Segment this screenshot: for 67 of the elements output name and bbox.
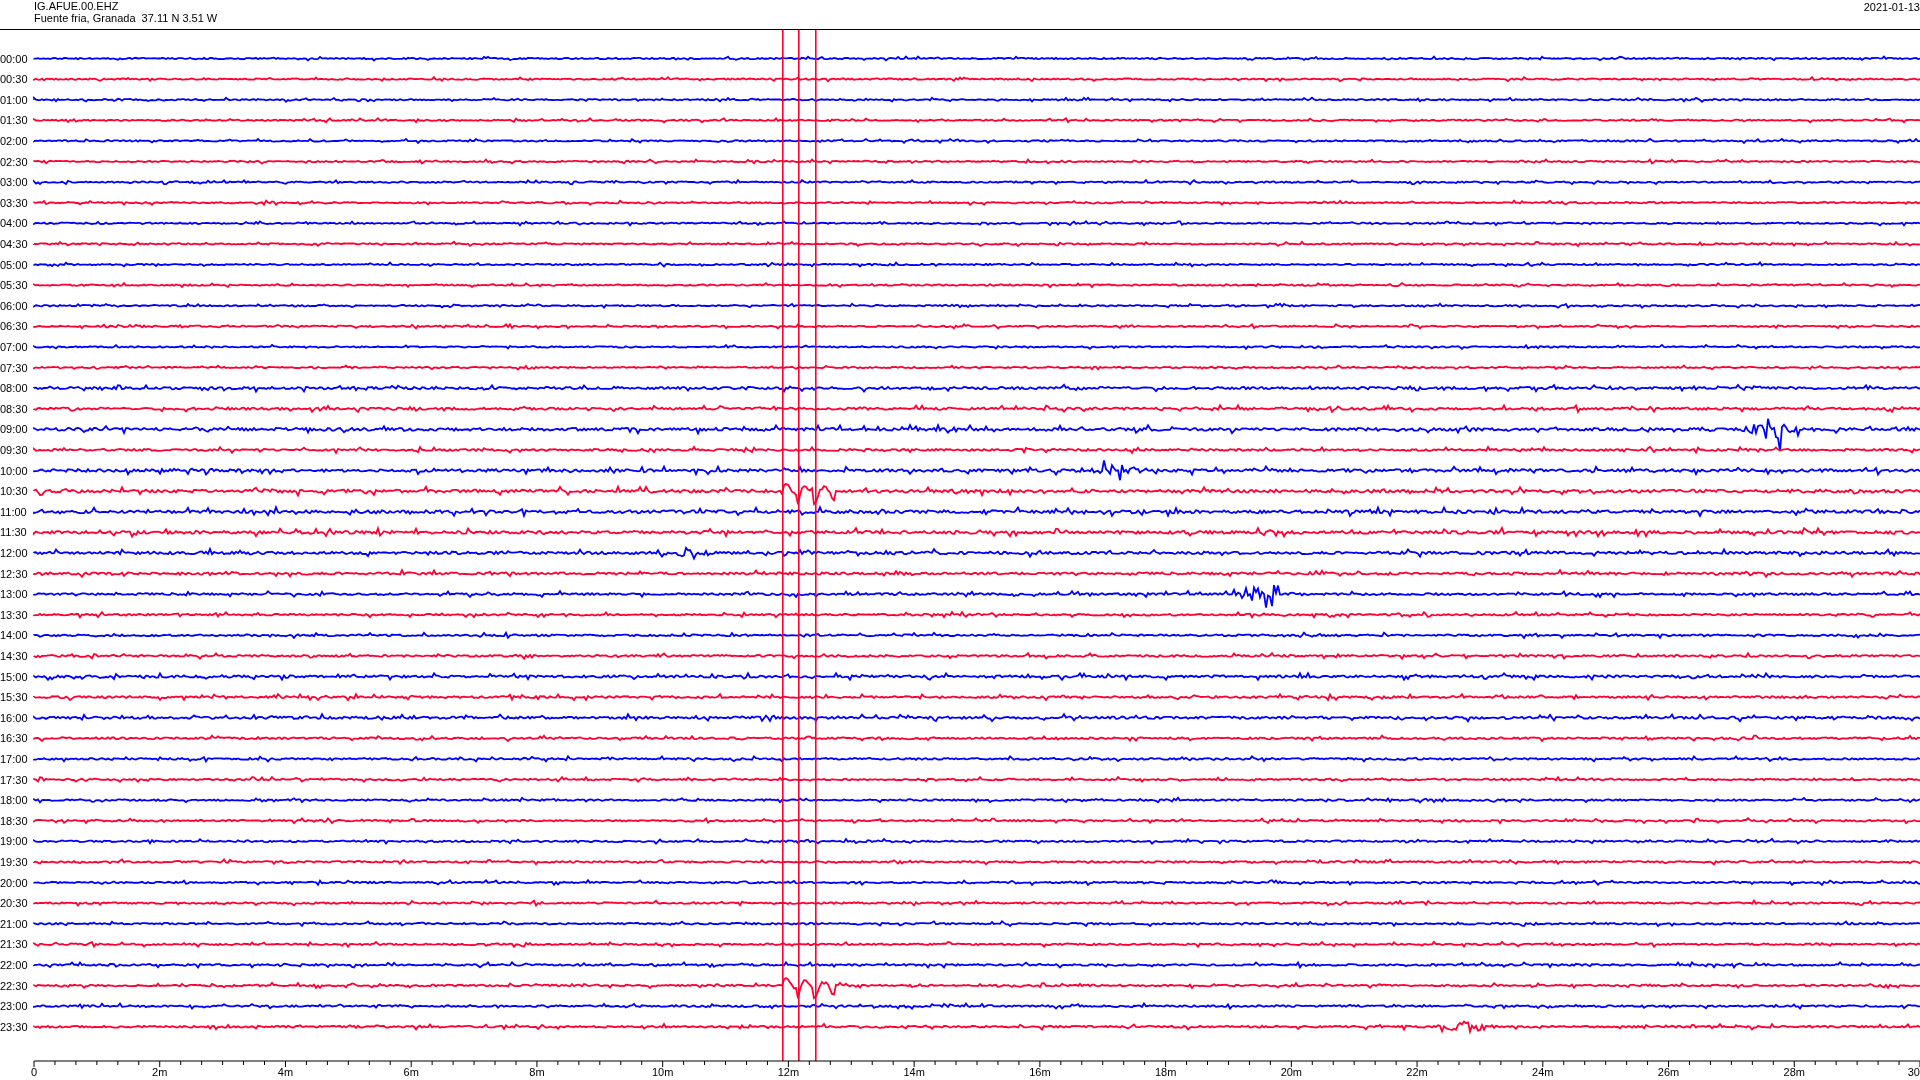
- time-label: 18:30: [0, 814, 28, 827]
- time-label: 22:00: [0, 958, 28, 971]
- time-label: 23:30: [0, 1020, 28, 1033]
- time-label: 21:00: [0, 917, 28, 930]
- axis-tick-label: 0: [31, 1066, 38, 1078]
- time-label: 12:00: [0, 546, 28, 559]
- time-label: 02:30: [0, 155, 28, 168]
- axis-tick-label: 18m: [1154, 1066, 1177, 1078]
- axis-tick-label: 30: [1907, 1066, 1920, 1078]
- time-label: 23:00: [0, 1000, 28, 1013]
- time-label: 03:30: [0, 196, 28, 209]
- time-label: 15:00: [0, 670, 28, 683]
- time-label: 10:00: [0, 464, 28, 477]
- time-label: 20:30: [0, 897, 28, 910]
- axis-tick-label: 24m: [1532, 1066, 1554, 1078]
- time-label: 14:30: [0, 649, 28, 662]
- axis-tick-label: 2m: [152, 1066, 168, 1078]
- axis-tick-label: 16m: [1029, 1066, 1051, 1078]
- axis-tick-label: 8m: [529, 1066, 545, 1078]
- time-label: 00:30: [0, 73, 28, 86]
- time-label: 01:00: [0, 93, 28, 106]
- time-label: 14:00: [0, 629, 28, 642]
- time-label: 04:30: [0, 237, 28, 250]
- time-label: 05:00: [0, 258, 28, 271]
- time-label: 07:00: [0, 340, 28, 353]
- plot-date: 2021-01-13: [1863, 0, 1920, 15]
- time-label: 00:00: [0, 52, 28, 65]
- time-label: 19:30: [0, 855, 28, 868]
- axis-tick-label: 22m: [1406, 1066, 1428, 1078]
- time-label: 19:00: [0, 835, 28, 848]
- axis-tick-label: 12m: [777, 1066, 800, 1078]
- time-label: 16:30: [0, 732, 28, 745]
- time-label: 12:30: [0, 567, 28, 580]
- time-label: 17:30: [0, 773, 28, 786]
- time-label: 02:00: [0, 134, 28, 147]
- time-label: 06:30: [0, 320, 28, 333]
- axis-tick-label: 28m: [1783, 1066, 1805, 1078]
- time-label: 08:30: [0, 402, 28, 415]
- time-label: 10:30: [0, 485, 28, 498]
- station-location: Fuente fria, Granada 37.11 N 3.51 W: [34, 12, 218, 24]
- time-label: 20:00: [0, 876, 28, 889]
- time-label: 05:30: [0, 279, 28, 292]
- time-label: 06:00: [0, 299, 28, 312]
- axis-tick-label: 26m: [1657, 1066, 1680, 1078]
- axis-tick-label: 20m: [1280, 1066, 1303, 1078]
- time-label: 04:00: [0, 217, 28, 230]
- time-label: 16:00: [0, 711, 28, 724]
- axis-tick-label: 10m: [651, 1066, 674, 1078]
- axis-tick-label: 6m: [403, 1066, 419, 1078]
- time-label: 18:00: [0, 794, 28, 807]
- time-label: 09:00: [0, 423, 28, 436]
- time-label: 01:30: [0, 114, 28, 127]
- axis-tick-label: 4m: [277, 1066, 294, 1078]
- time-label: 21:30: [0, 938, 28, 951]
- station-code: IG.AFUE.00.EHZ: [34, 0, 120, 12]
- time-label: 22:30: [0, 979, 28, 992]
- time-label: 15:30: [0, 691, 28, 704]
- time-label: 13:30: [0, 608, 28, 621]
- time-label: 13:00: [0, 588, 28, 601]
- time-label: 09:30: [0, 443, 28, 456]
- axis-tick-label: 14m: [903, 1066, 925, 1078]
- time-label: 11:00: [0, 505, 27, 518]
- time-label: 07:30: [0, 361, 28, 374]
- time-label: 08:00: [0, 382, 28, 395]
- time-label: 03:00: [0, 176, 28, 189]
- time-label: 17:00: [0, 752, 28, 765]
- time-label: 11:30: [0, 526, 27, 539]
